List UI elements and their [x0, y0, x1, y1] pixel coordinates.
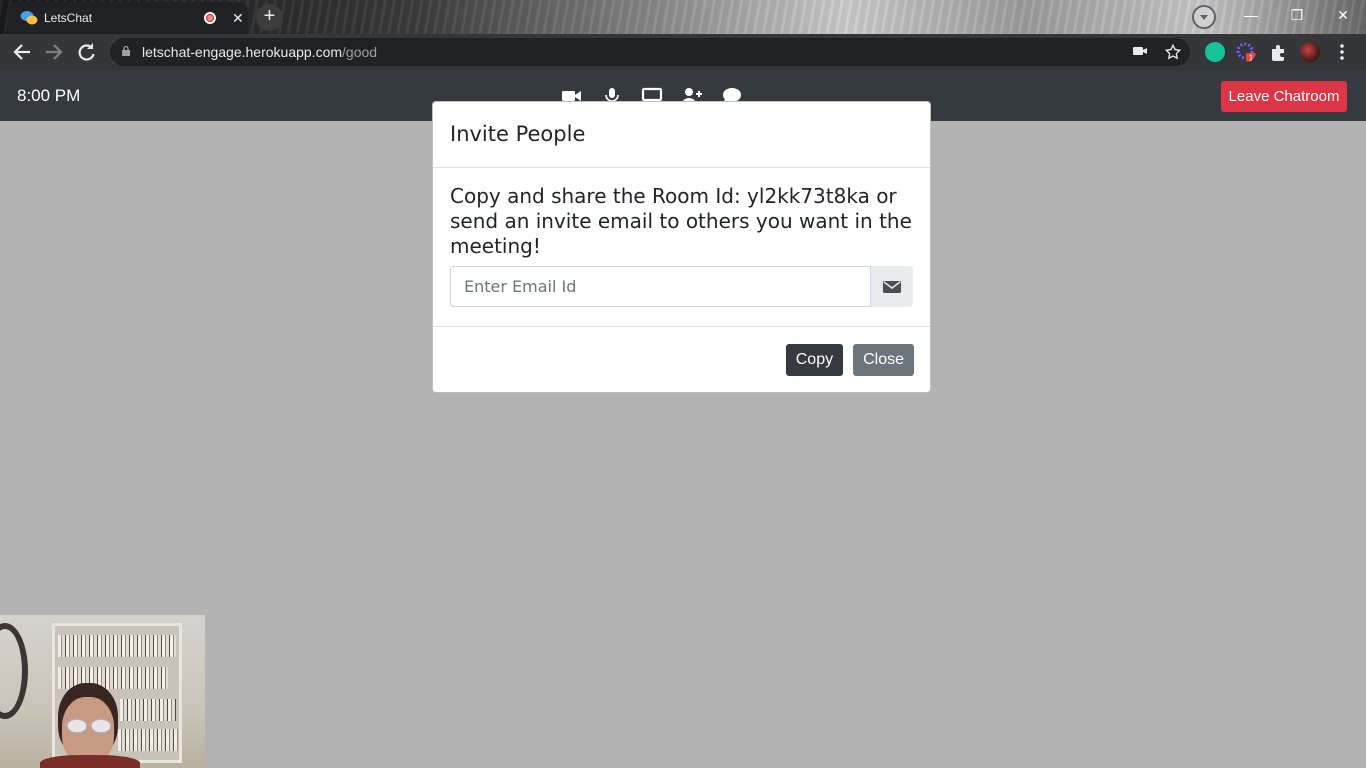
forward-arrow-icon[interactable]	[42, 40, 66, 64]
envelope-icon	[883, 280, 902, 293]
url-text: letschat-engage.herokuapp.com/good	[142, 44, 377, 60]
tab-close-icon[interactable]: ✕	[232, 10, 244, 26]
grammarly-extension-icon[interactable]	[1205, 42, 1225, 62]
restore-button[interactable]: ❐	[1274, 0, 1320, 30]
minimize-button[interactable]: —	[1228, 0, 1274, 30]
extension-badge-count: 1	[1249, 54, 1254, 63]
back-arrow-icon[interactable]	[10, 40, 34, 64]
close-window-button[interactable]: ✕	[1320, 0, 1366, 30]
tab-search-icon[interactable]	[1192, 5, 1216, 29]
menu-dots-icon[interactable]	[1332, 42, 1352, 62]
tab-title: LetsChat	[44, 11, 93, 25]
extension-badge-icon[interactable]: 1	[1236, 42, 1256, 62]
url-host: letschat-engage.herokuapp.com	[142, 44, 343, 60]
camera-in-use-icon[interactable]	[1132, 43, 1148, 59]
wall-decoration	[0, 623, 28, 719]
address-bar[interactable]: letschat-engage.herokuapp.com/good	[110, 38, 1190, 66]
bookmark-star-icon[interactable]	[1164, 43, 1182, 61]
browser-tab-strip: LetsChat ✕ + — ❐ ✕	[0, 0, 1366, 34]
chat-bubbles-favicon-icon	[20, 11, 38, 25]
omnibox-icons	[1132, 43, 1182, 61]
books-row	[58, 635, 176, 657]
glasses	[66, 718, 112, 734]
self-video-preview	[0, 615, 205, 768]
recording-indicator-icon	[204, 12, 216, 24]
modal-title: Invite People	[450, 122, 586, 146]
modal-body: Copy and share the Room Id: yl2kk73t8ka …	[433, 168, 930, 327]
profile-avatar[interactable]	[1300, 42, 1320, 62]
modal-header: Invite People	[433, 102, 930, 168]
modal-footer: Copy Close	[433, 327, 930, 393]
copy-button[interactable]: Copy	[785, 344, 844, 376]
browser-tab[interactable]: LetsChat ✕	[8, 2, 248, 34]
email-input-group	[450, 266, 913, 307]
extensions-puzzle-icon[interactable]	[1268, 42, 1288, 62]
books-row	[58, 667, 168, 689]
invite-people-modal: Invite People Copy and share the Room Id…	[432, 101, 931, 393]
books-row	[118, 729, 178, 751]
invite-message: Copy and share the Room Id: yl2kk73t8ka …	[450, 184, 912, 258]
participant-clothing	[40, 755, 140, 768]
leave-chatroom-button[interactable]: Leave Chatroom	[1221, 81, 1347, 112]
email-input[interactable]	[450, 266, 872, 307]
new-tab-button[interactable]: +	[256, 4, 283, 31]
url-path: /good	[342, 44, 378, 60]
send-invite-button[interactable]	[871, 266, 913, 307]
close-button[interactable]: Close	[853, 344, 914, 376]
books-row	[120, 699, 176, 721]
current-time: 8:00 PM	[17, 86, 81, 105]
browser-toolbar: letschat-engage.herokuapp.com/good 1	[0, 34, 1366, 70]
window-controls: — ❐ ✕	[1228, 0, 1366, 30]
reload-icon[interactable]	[74, 40, 98, 64]
lock-icon	[122, 46, 130, 56]
